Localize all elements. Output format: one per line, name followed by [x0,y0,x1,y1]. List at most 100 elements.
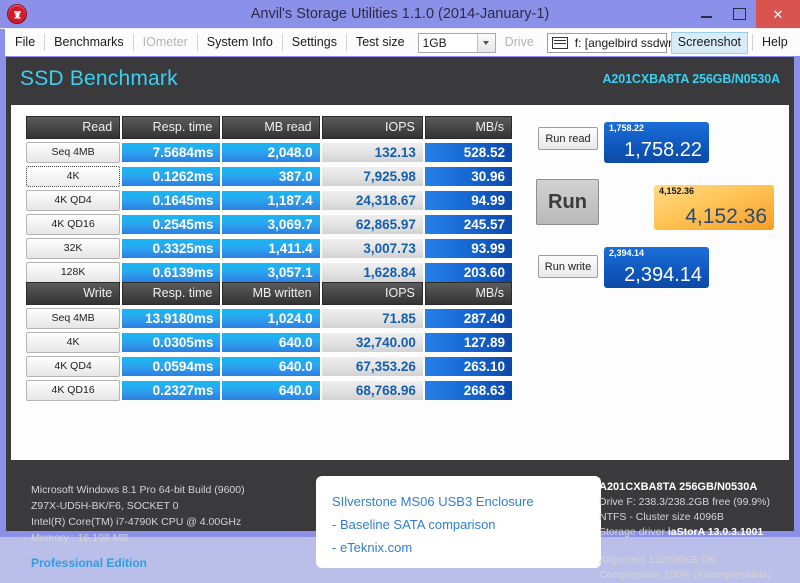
benchmark-banner: SSD Benchmark A201CXBA8TA 256GB/N0530A [6,57,794,101]
mbs-value: 93.99 [424,239,512,258]
minimize-button[interactable] [690,0,723,28]
run-write-button[interactable]: Run write [538,255,598,278]
mb-value: 1,411.4 [222,239,320,258]
row-label-button[interactable]: 4K QD4 [26,190,121,211]
storage-driver-row: Storage driver iaStorA 13.0.3.1001 [599,525,771,540]
mb-value: 1,187.4 [222,191,320,210]
drive-model-text: A201CXBA8TA 256GB/N0530A [599,481,758,493]
mbs-value: 94.99 [424,191,512,210]
storage-driver-label: Storage driver [599,526,665,538]
test-size-value: 1GB [422,35,447,50]
row-label-button[interactable]: 4K QD16 [26,214,121,235]
row-label-button[interactable]: 32K [26,238,121,259]
resp-time-value: 7.5684ms [122,143,221,162]
mbs-value: 245.57 [424,215,512,234]
row-label-button[interactable]: Seq 4MB [26,142,121,163]
run-read-button[interactable]: Run read [538,127,598,150]
resp-time-value: 0.0305ms [122,333,221,352]
results-panel: Read Resp. time MB read IOPS MB/s Seq 4M… [11,105,789,460]
motherboard-text: Z97X-UD5H-BK/F6, SOCKET 0 [31,500,179,512]
menu-benchmarks[interactable]: Benchmarks [45,32,132,53]
drive-filesystem-text: NTFS - Cluster size 4096B [599,511,724,523]
resp-time-value: 0.2545ms [122,215,221,234]
resp-time-value: 13.9180ms [122,309,221,328]
drive-label: Drive [504,35,534,49]
iops-value: 68,768.96 [321,381,423,400]
menu-toolbar: File Benchmarks IOmeter System Info Sett… [0,28,800,56]
resp-time-value: 0.3325ms [122,239,221,258]
row-label-button[interactable]: 4K QD4 [26,356,121,377]
table-row: 4K QD16 0.2545ms 3,069.7 62,865.97 245.5… [26,214,512,235]
menu-help[interactable]: Help [753,32,797,53]
table-row: Seq 4MB 13.9180ms 1,024.0 71.85 287.40 [26,308,512,329]
mb-value: 2,048.0 [222,143,320,162]
mb-value: 1,024.0 [222,309,320,328]
memory-text: Memory : 16,198 MB [31,532,129,544]
chevron-down-icon[interactable] [476,33,495,52]
iops-value: 67,353.26 [321,357,423,376]
page-title: SSD Benchmark [20,67,178,90]
resp-time-value: 0.1645ms [122,191,221,210]
app-window: Anvil's Storage Utilities 1.1.0 (2014-Ja… [0,0,800,581]
read-score-label: 1,758.22 [609,123,645,133]
row-label-button[interactable]: 4K QD16 [26,380,121,401]
row-label-button[interactable]: 4K [26,166,121,187]
read-score-value: 1,758.22 [624,139,702,161]
iops-value: 7,925.98 [321,167,423,186]
row-label-button[interactable]: 4K [26,332,121,353]
column-header: IOPS [321,282,423,305]
title-bar: Anvil's Storage Utilities 1.1.0 (2014-Ja… [0,0,800,28]
menu-iometer: IOmeter [142,35,188,49]
drive-icon [551,36,568,49]
column-header: MB/s [424,282,512,305]
run-button[interactable]: Run [536,179,599,225]
close-button[interactable]: ✕ [756,0,800,28]
iops-value: 62,865.97 [321,215,423,234]
storage-driver-value: iaStorA 13.0.3.1001 [667,526,764,538]
column-header: Resp. time [122,116,221,139]
column-header: MB written [222,282,320,305]
test-size-select[interactable]: 1GB [417,32,496,53]
menu-settings[interactable]: Settings [283,32,346,53]
mbs-value: 263.10 [424,357,512,376]
table-row: 4K QD4 0.0594ms 640.0 67,353.26 263.10 [26,356,512,377]
note-line-2: - Baseline SATA comparison [332,517,496,532]
banner-drive-model: A201CXBA8TA 256GB/N0530A [602,72,780,86]
column-header: Read [26,116,121,139]
column-header: IOPS [321,116,423,139]
mbs-value: 127.89 [424,333,512,352]
note-line-3: - eTeknix.com [332,540,413,555]
anvil-icon [7,4,27,24]
app-body: SSD Benchmark A201CXBA8TA 256GB/N0530A R… [5,56,795,581]
note-card: SIlverstone MS06 USB3 Enclosure - Baseli… [316,476,601,568]
compression-text: Compression 100% (Incompressible) [599,569,772,581]
mb-value: 3,069.7 [222,215,320,234]
mb-value: 640.0 [222,357,320,376]
close-icon: ✕ [772,6,784,22]
table-row: 4K 0.0305ms 640.0 32,740.00 127.89 [26,332,512,353]
row-label-button[interactable]: Seq 4MB [26,308,121,329]
screenshot-button[interactable]: Screenshot [670,31,749,54]
os-text: Microsoft Windows 8.1 Pro 64-bit Build (… [31,484,245,496]
menu-file[interactable]: File [6,32,44,53]
drive-select[interactable]: f: [angelbird ssdwrk] ⌄ [546,32,693,53]
edition-text: Professional Edition [31,556,148,570]
menu-system-info[interactable]: System Info [198,32,282,53]
write-benchmark-table: Write Resp. time MB written IOPS MB/s Se… [24,279,514,404]
resp-time-value: 0.1262ms [122,167,221,186]
read-score-box: 1,758.22 1,758.22 [604,122,709,163]
maximize-button[interactable] [723,0,756,28]
resp-time-value: 0.0594ms [122,357,221,376]
iops-value: 32,740.00 [321,333,423,352]
column-header: MB read [222,116,320,139]
write-score-box: 2,394.14 2,394.14 [604,247,709,288]
mbs-value: 268.63 [424,381,512,400]
table-row: 4K QD16 0.2327ms 640.0 68,768.96 268.63 [26,380,512,401]
window-title: Anvil's Storage Utilities 1.1.0 (2014-Ja… [250,6,550,22]
mb-value: 640.0 [222,381,320,400]
write-score-value: 2,394.14 [624,264,702,286]
mbs-value: 30.96 [424,167,512,186]
column-header: MB/s [424,116,512,139]
total-score-label: 4,152.36 [659,186,695,196]
